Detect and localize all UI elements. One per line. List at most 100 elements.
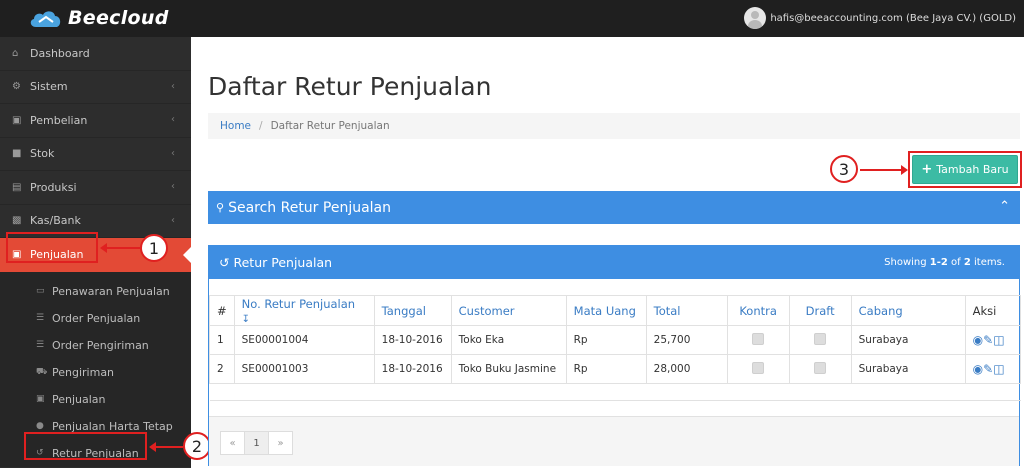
delete-icon[interactable]: ◫ (993, 333, 1004, 347)
factory-icon: ▤ (12, 181, 22, 193)
pagination: « 1 » (220, 431, 293, 455)
sidebar-item-produksi[interactable]: ▤ Produksi ‹ (0, 171, 191, 205)
column-header-number: # (209, 295, 235, 326)
column-header-mata-uang[interactable]: Mata Uang (565, 295, 647, 326)
returns-table: # No. Retur Penjualan ↧ Tanggal Customer… (209, 295, 1022, 401)
cell-draft (788, 354, 852, 384)
cell-customer: Toko Eka (450, 325, 567, 355)
column-header-tanggal[interactable]: Tanggal (373, 295, 452, 326)
table-spacer-row (209, 383, 1021, 401)
sidebar-subitem-order-penjualan[interactable]: ☰ Order Penjualan (0, 305, 191, 332)
chevron-left-icon: ‹ (171, 147, 175, 159)
callout-2: 2 (183, 432, 211, 460)
app-name: Beecloud (68, 7, 169, 29)
column-header-no-retur[interactable]: No. Retur Penjualan ↧ (233, 295, 375, 326)
sidebar-item-sistem[interactable]: ⚙ Sistem ‹ (0, 71, 191, 104)
edit-icon[interactable]: ✎ (983, 362, 993, 376)
sidebar-subitem-label: Order Penjualan (52, 311, 141, 325)
cogs-icon: ⚙ (12, 81, 21, 93)
avatar (744, 7, 767, 29)
sidebar-subitem-label: Pengiriman (52, 365, 115, 379)
draft-checkbox[interactable] (814, 361, 827, 374)
list-panel-body: # No. Retur Penjualan ↧ Tanggal Customer… (209, 279, 1022, 401)
callout-1: 1 (140, 234, 168, 262)
cell-customer: Toko Buku Jasmine (450, 354, 567, 384)
sidebar-item-stok[interactable]: ■ Stok ‹ (0, 138, 191, 171)
chevron-up-icon[interactable]: ⌃ (999, 199, 1010, 214)
draft-checkbox[interactable] (814, 332, 827, 345)
sidebar-subitem-penawaran-penjualan[interactable]: ▭ Penawaran Penjualan (0, 278, 191, 305)
kontra-checkbox[interactable] (752, 332, 765, 345)
user-menu[interactable]: hafis@beeaccounting.com (Bee Jaya CV.) (… (744, 7, 1016, 29)
top-bar: Beecloud hafis@beeaccounting.com (Bee Ja… (0, 0, 1024, 37)
car-icon: ● (36, 421, 44, 431)
cell-branch: Surabaya (850, 325, 966, 355)
box-icon: ■ (12, 148, 22, 160)
sidebar-subitem-pengiriman[interactable]: ⛟ Pengiriman (0, 359, 191, 386)
cell-actions: ◉✎◫ (964, 325, 1022, 355)
callout-arrow-2 (149, 442, 183, 452)
cell-return-number: SE00001003 (233, 354, 375, 384)
callout-arrow-1 (100, 243, 140, 253)
breadcrumb-current: Daftar Retur Penjualan (270, 120, 390, 132)
highlight-retur-penjualan (24, 432, 147, 460)
sort-icon: ↧ (241, 313, 251, 325)
list-icon: ☰ (36, 313, 45, 323)
pagination-page[interactable]: 1 (244, 431, 269, 455)
sidebar-item-label: Produksi (30, 180, 77, 194)
cell-date: 18-10-2016 (373, 354, 452, 384)
breadcrumb-home-link[interactable]: Home (220, 120, 251, 132)
pagination-next[interactable]: » (268, 431, 293, 455)
undo-icon: ↺ (219, 255, 230, 270)
user-label: hafis@beeaccounting.com (Bee Jaya CV.) (… (770, 12, 1016, 24)
sidebar-item-dashboard[interactable]: ⌂ Dashboard (0, 37, 191, 71)
chevron-left-icon: ‹ (171, 214, 175, 226)
delete-icon[interactable]: ◫ (993, 362, 1004, 376)
column-header-aksi: Aksi (964, 295, 1022, 326)
cell-kontra (726, 325, 790, 355)
sidebar-subitem-penjualan[interactable]: ▣ Penjualan (0, 386, 191, 413)
list-panel-header: ↺ Retur Penjualan Showing 1-2 of 2 items… (209, 246, 1019, 279)
cell-branch: Surabaya (850, 354, 966, 384)
column-header-kontra[interactable]: Kontra (726, 295, 790, 326)
chevron-left-icon: ‹ (171, 80, 175, 92)
column-header-total[interactable]: Total (645, 295, 728, 326)
showing-count: Showing 1-2 of 2 items. (884, 257, 1005, 268)
list-icon: ☰ (36, 340, 45, 350)
sidebar-item-label: Sistem (30, 80, 68, 94)
cell-kontra (726, 354, 790, 384)
cell-actions: ◉✎◫ (964, 354, 1022, 384)
column-header-draft[interactable]: Draft (788, 295, 852, 326)
kontra-checkbox[interactable] (752, 361, 765, 374)
app-logo[interactable]: Beecloud (28, 6, 169, 30)
sidebar-subitem-label: Order Pengiriman (52, 338, 149, 352)
cell-return-number: SE00001004 (233, 325, 375, 355)
breadcrumb: Home / Daftar Retur Penjualan (208, 113, 1020, 139)
table-row: 2 SE00001003 18-10-2016 Toko Buku Jasmin… (209, 354, 1022, 384)
breadcrumb-separator: / (259, 120, 263, 132)
sidebar-subitem-order-pengiriman[interactable]: ☰ Order Pengiriman (0, 332, 191, 359)
search-icon: ⚲ (216, 201, 225, 214)
sidebar-subitem-label: Penjualan Harta Tetap (52, 419, 173, 433)
view-icon[interactable]: ◉ (973, 333, 983, 347)
column-header-customer[interactable]: Customer (450, 295, 567, 326)
pagination-prev[interactable]: « (220, 431, 245, 455)
sidebar-item-label: Stok (30, 147, 55, 161)
cart-icon: ▣ (12, 114, 22, 126)
cell-total: 25,700 (645, 325, 728, 355)
home-icon: ⌂ (12, 47, 19, 59)
sidebar-subitem-label: Penjualan (52, 392, 106, 406)
view-icon[interactable]: ◉ (973, 362, 983, 376)
sidebar-item-label: Dashboard (30, 46, 90, 60)
search-panel-header[interactable]: ⚲ Search Retur Penjualan ⌃ (208, 191, 1020, 224)
chevron-left-icon: ‹ (171, 114, 175, 125)
list-panel: ↺ Retur Penjualan Showing 1-2 of 2 items… (208, 245, 1022, 466)
cell-number: 1 (209, 325, 235, 355)
sidebar-item-pembelian[interactable]: ▣ Pembelian ‹ (0, 104, 191, 138)
add-new-button[interactable]: + Tambah Baru (912, 155, 1018, 184)
cell-currency: Rp (565, 354, 647, 384)
edit-icon[interactable]: ✎ (983, 333, 993, 347)
search-panel-title: Search Retur Penjualan (228, 199, 392, 216)
column-header-cabang[interactable]: Cabang (850, 295, 966, 326)
table-row: 1 SE00001004 18-10-2016 Toko Eka Rp 25,7… (209, 325, 1022, 355)
